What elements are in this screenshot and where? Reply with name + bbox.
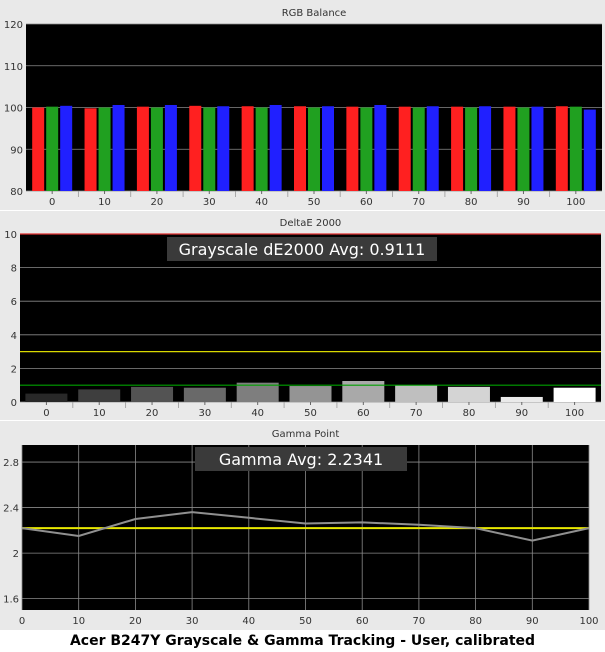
- x-tick-label: 100: [565, 408, 584, 419]
- x-tick-label: 10: [98, 197, 111, 208]
- rgb-bar: [203, 107, 216, 191]
- delta-e-bar: [131, 386, 174, 402]
- rgb-bar: [322, 106, 334, 191]
- y-tick-label: 100: [4, 104, 23, 115]
- x-tick-label: 50: [308, 197, 321, 208]
- y-tick-label: 120: [4, 20, 23, 31]
- y-tick-label: 80: [10, 187, 23, 198]
- rgb-bar: [583, 109, 596, 191]
- y-tick-label: 2.8: [3, 458, 19, 469]
- rgb-bar: [346, 106, 359, 191]
- x-tick-label: 10: [72, 616, 85, 627]
- rgb-bar: [503, 106, 516, 191]
- x-tick-label: 50: [304, 408, 317, 419]
- x-tick-label: 40: [251, 408, 264, 419]
- x-tick-label: 50: [299, 616, 312, 627]
- y-tick-label: 1.6: [3, 595, 19, 606]
- x-tick-label: 100: [566, 197, 585, 208]
- x-tick-label: 30: [186, 616, 199, 627]
- figure-caption: Acer B247Y Grayscale & Gamma Tracking - …: [69, 633, 536, 649]
- gamma-average-label: Gamma Avg: 2.2341: [219, 450, 383, 469]
- rgb-bar: [98, 107, 111, 191]
- rgb-bar: [398, 106, 411, 191]
- rgb-bar: [136, 106, 149, 191]
- rgb-bar: [112, 104, 125, 191]
- rgb-bar: [217, 106, 230, 191]
- delta-e-bar: [289, 386, 332, 402]
- rgb-bar: [150, 107, 163, 191]
- chart-title-1: RGB Balance: [282, 8, 347, 19]
- rgb-bar: [479, 106, 492, 191]
- rgb-bar: [241, 106, 254, 191]
- x-tick-label: 0: [43, 408, 49, 419]
- rgb-bar: [60, 105, 73, 191]
- delta-e-bar: [78, 389, 121, 402]
- x-tick-label: 70: [410, 408, 423, 419]
- rgb-bar: [294, 106, 306, 191]
- rgb-bar: [164, 104, 177, 191]
- rgb-bar: [555, 106, 568, 191]
- x-tick-label: 40: [242, 616, 255, 627]
- x-tick-label: 20: [151, 197, 164, 208]
- y-tick-label: 10: [4, 230, 17, 241]
- rgb-bar: [374, 104, 387, 191]
- rgb-bar: [189, 105, 202, 191]
- x-tick-label: 90: [526, 616, 539, 627]
- x-tick-label: 20: [129, 616, 142, 627]
- rgb-bar: [360, 107, 373, 191]
- x-tick-label: 80: [465, 197, 478, 208]
- delta-e-bar: [500, 396, 543, 402]
- rgb-bar: [32, 107, 45, 191]
- rgb-bar: [465, 107, 478, 191]
- x-tick-label: 60: [356, 616, 369, 627]
- x-tick-label: 80: [463, 408, 476, 419]
- rgb-bar: [426, 106, 439, 191]
- rgb-bar: [531, 106, 544, 191]
- delta-e-bar: [342, 381, 385, 402]
- y-tick-label: 2.4: [3, 504, 19, 515]
- x-tick-label: 0: [19, 616, 25, 627]
- y-tick-label: 0: [11, 398, 17, 409]
- delta-e-bar: [447, 386, 490, 402]
- y-tick-label: 2: [11, 364, 17, 375]
- y-tick-label: 110: [4, 62, 23, 73]
- delta-e-bar: [25, 393, 68, 402]
- x-tick-label: 40: [255, 197, 268, 208]
- x-tick-label: 70: [413, 616, 426, 627]
- charts-svg: RGB Balance80901001101200 10 20 30 40 50 60 70 8…: [0, 0, 605, 630]
- delta-e-bar: [553, 387, 596, 402]
- x-tick-label: 90: [517, 197, 530, 208]
- chart-title-3: Gamma Point: [272, 429, 340, 440]
- rgb-bar: [308, 107, 320, 191]
- x-tick-label: 80: [469, 616, 482, 627]
- delta-e-bar: [395, 385, 438, 402]
- y-tick-label: 4: [11, 331, 17, 342]
- rgb-bar: [46, 106, 59, 191]
- chart-title-2: DeltaE 2000: [280, 218, 342, 229]
- y-tick-label: 8: [11, 264, 17, 275]
- delta-e-bar: [183, 387, 226, 402]
- x-tick-label: 20: [146, 408, 159, 419]
- x-tick-label: 30: [203, 197, 216, 208]
- x-tick-label: 60: [360, 197, 373, 208]
- x-tick-label: 0: [49, 197, 55, 208]
- delta-e-average-label: Grayscale dE2000 Avg: 0.9111: [179, 240, 426, 259]
- rgb-bar: [84, 108, 97, 191]
- x-tick-label: 90: [515, 408, 528, 419]
- y-tick-label: 6: [11, 297, 17, 308]
- rgb-bar: [451, 106, 464, 191]
- rgb-bar: [569, 106, 582, 191]
- x-tick-label: 30: [198, 408, 211, 419]
- x-tick-label: 60: [357, 408, 370, 419]
- rgb-bar: [412, 107, 425, 191]
- rgb-bar: [517, 107, 530, 191]
- rgb-bar: [269, 104, 282, 191]
- rgb-bar: [255, 107, 268, 191]
- x-tick-label: 70: [412, 197, 425, 208]
- x-tick-label: 100: [579, 616, 598, 627]
- x-tick-label: 10: [93, 408, 106, 419]
- y-tick-label: 2: [13, 549, 19, 560]
- chart-figure: RGB Balance 80 90 100 110 120 0 10 20 30 40 50 60 70 8…: [0, 0, 605, 652]
- y-tick-label: 90: [10, 145, 23, 156]
